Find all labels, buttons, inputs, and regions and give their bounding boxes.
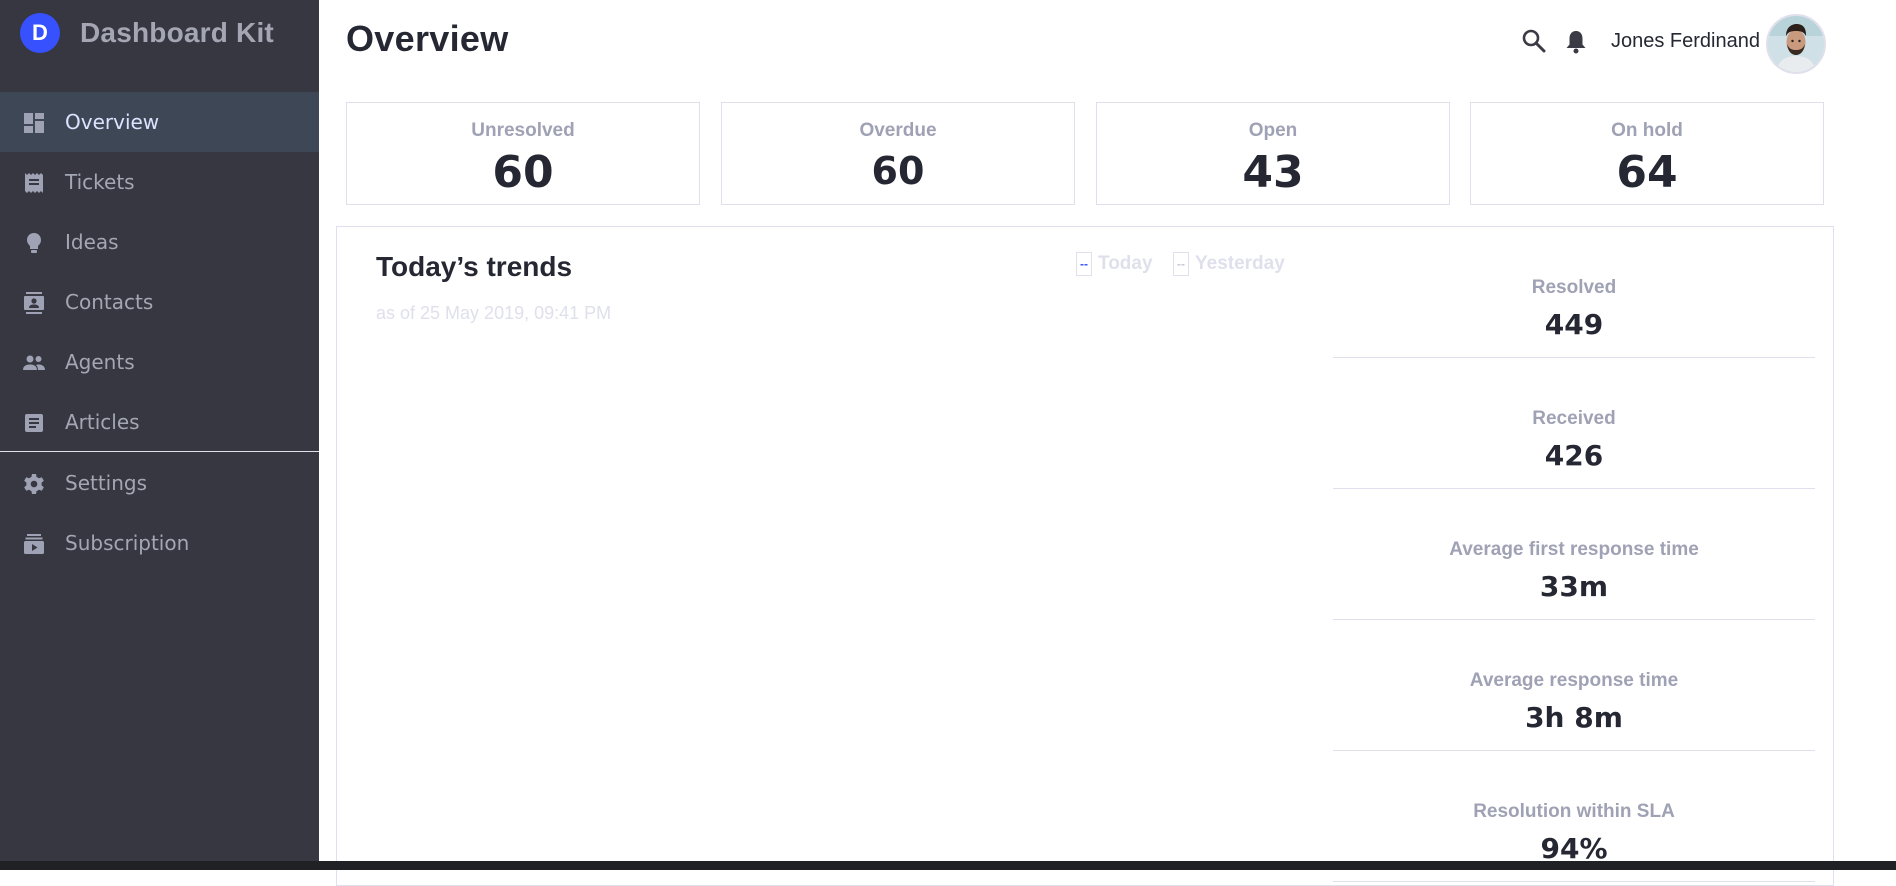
legend-yesterday: -- Yesterday <box>1173 251 1285 277</box>
gear-icon <box>22 472 46 496</box>
sidebar: D Dashboard Kit Overview Tickets Ideas C… <box>0 0 319 861</box>
metric-label: Resolved <box>1531 277 1617 298</box>
user-name[interactable]: Jones Ferdinand <box>1611 30 1760 53</box>
sidebar-item-articles[interactable]: Articles <box>0 392 319 452</box>
sidebar-item-label: Overview <box>65 110 160 134</box>
stat-value: 64 <box>1616 147 1678 198</box>
metric-value: 449 <box>1544 308 1604 341</box>
brand-logo: D <box>20 13 60 53</box>
sidebar-divider <box>0 451 319 452</box>
stat-value: 60 <box>871 149 925 193</box>
stat-value: 60 <box>492 147 554 198</box>
stat-card-overdue[interactable]: Overdue 60 <box>721 102 1075 205</box>
legend-swatch-today: -- <box>1076 252 1092 276</box>
trends-panel: Today’s trends as of 25 May 2019, 09:41 … <box>336 226 1834 886</box>
brand-name: Dashboard Kit <box>80 17 274 48</box>
legend-swatch-yesterday: -- <box>1173 252 1189 276</box>
sidebar-item-label: Ideas <box>65 230 119 254</box>
sidebar-item-tickets[interactable]: Tickets <box>0 152 319 212</box>
metric-avg-response: Average response time 3h 8m <box>1333 620 1815 751</box>
sidebar-item-subscription[interactable]: Subscription <box>0 513 319 573</box>
dashboard-icon <box>22 111 46 135</box>
taskbar-strip <box>0 861 1896 870</box>
stat-card-open[interactable]: Open 43 <box>1096 102 1450 205</box>
sidebar-item-label: Articles <box>65 410 140 434</box>
sidebar-item-label: Agents <box>65 350 135 374</box>
legend-label: Today <box>1098 253 1153 274</box>
stat-value: 43 <box>1242 147 1304 198</box>
sidebar-item-overview[interactable]: Overview <box>0 92 319 152</box>
legend-today: -- Today <box>1076 251 1153 277</box>
metric-resolved: Resolved 449 <box>1333 227 1815 358</box>
sidebar-item-ideas[interactable]: Ideas <box>0 212 319 272</box>
brand[interactable]: D Dashboard Kit <box>20 12 274 54</box>
stat-label: Unresolved <box>471 120 575 141</box>
ticket-icon <box>22 171 46 195</box>
sidebar-item-label: Settings <box>65 471 148 495</box>
stat-card-unresolved[interactable]: Unresolved 60 <box>346 102 700 205</box>
sidebar-item-label: Subscription <box>65 531 190 555</box>
metric-value: 426 <box>1544 439 1604 472</box>
trends-subtitle: as of 25 May 2019, 09:41 PM <box>376 303 612 323</box>
avatar[interactable] <box>1766 14 1826 74</box>
metric-value: 33m <box>1539 570 1609 603</box>
people-icon <box>22 351 46 375</box>
metric-label: Average first response time <box>1449 539 1699 560</box>
sidebar-item-label: Tickets <box>65 170 135 194</box>
search-icon[interactable] <box>1521 28 1547 54</box>
metric-label: Received <box>1532 408 1616 429</box>
stat-card-on-hold[interactable]: On hold 64 <box>1470 102 1824 205</box>
stat-label: On hold <box>1611 120 1683 141</box>
metric-avg-first-response: Average first response time 33m <box>1333 489 1815 620</box>
sidebar-item-label: Contacts <box>65 290 154 314</box>
trends-title: Today’s trends <box>376 251 573 282</box>
subscription-icon <box>22 532 46 556</box>
legend-label: Yesterday <box>1195 253 1285 274</box>
bell-icon[interactable] <box>1563 28 1589 56</box>
article-icon <box>22 411 46 435</box>
contacts-icon <box>22 291 46 315</box>
lightbulb-icon <box>22 231 46 255</box>
sidebar-item-settings[interactable]: Settings <box>0 453 319 513</box>
sidebar-item-agents[interactable]: Agents <box>0 332 319 392</box>
metric-label: Average response time <box>1469 670 1679 691</box>
stat-label: Open <box>1248 120 1298 141</box>
page-title: Overview <box>346 18 509 59</box>
metric-value: 3h 8m <box>1525 701 1623 734</box>
metric-label: Resolution within SLA <box>1473 801 1675 822</box>
stat-label: Overdue <box>859 120 937 141</box>
sidebar-item-contacts[interactable]: Contacts <box>0 272 319 332</box>
metric-received: Received 426 <box>1333 358 1815 489</box>
